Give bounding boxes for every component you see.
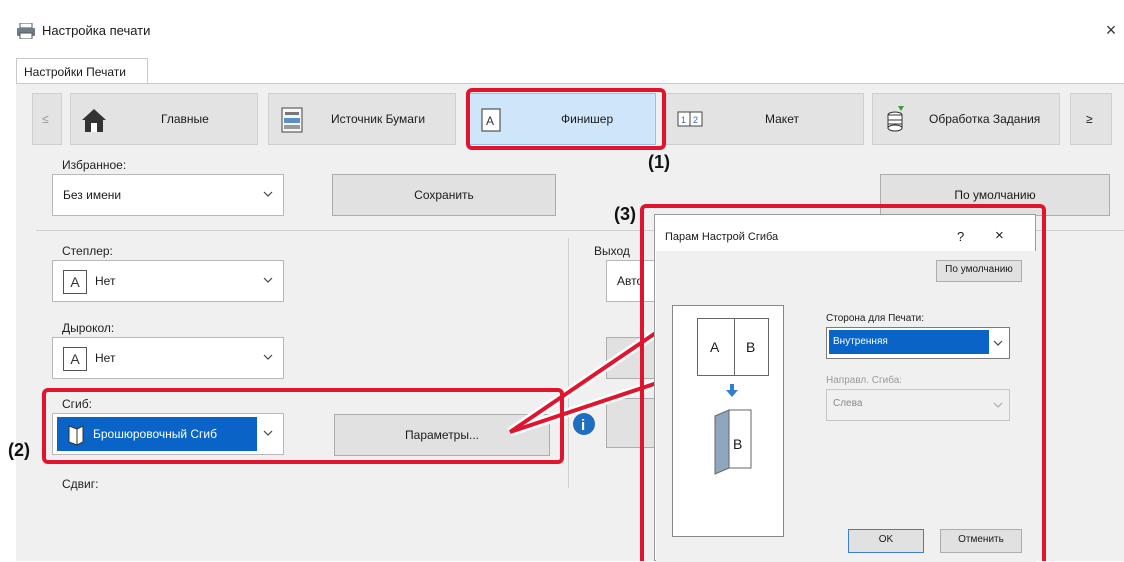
callout-label-1: (1) bbox=[648, 152, 670, 172]
svg-text:i: i bbox=[581, 417, 585, 434]
toolbar-job-handling-label: Обработка Задания bbox=[929, 112, 1041, 126]
stapler-select[interactable]: A Нет bbox=[52, 260, 284, 302]
punch-label: Дырокол: bbox=[62, 321, 115, 335]
chevron-down-icon bbox=[263, 191, 273, 197]
toolbar-layout-label: Макет bbox=[765, 112, 799, 126]
toolbar-paper-source-button[interactable]: Источник Бумаги bbox=[268, 93, 456, 145]
tab-print-settings[interactable]: Настройки Печати bbox=[16, 58, 148, 84]
stapler-none-icon: A bbox=[63, 270, 87, 294]
paper-tray-icon bbox=[281, 107, 303, 133]
punch-select[interactable]: A Нет bbox=[52, 337, 284, 379]
favorites-value: Без имени bbox=[63, 188, 122, 202]
printer-icon bbox=[17, 23, 35, 39]
column-divider bbox=[568, 238, 569, 488]
chevron-down-icon bbox=[263, 277, 273, 283]
svg-text:1: 1 bbox=[681, 115, 686, 125]
callout-box-3 bbox=[640, 204, 1046, 561]
save-button[interactable]: Сохранить bbox=[332, 174, 556, 216]
stapler-value: Нет bbox=[95, 274, 116, 288]
callout-label-3: (3) bbox=[614, 204, 636, 224]
toolbar-main-button[interactable]: Главные bbox=[70, 93, 258, 145]
scroll-right-icon: ≥ bbox=[1086, 112, 1093, 126]
stapler-label: Степлер: bbox=[62, 244, 113, 258]
favorites-select[interactable]: Без имени bbox=[52, 174, 284, 216]
svg-text:2: 2 bbox=[693, 115, 698, 125]
toolbar-paper-source-label: Источник Бумаги bbox=[331, 112, 426, 126]
scroll-left-icon: ≤ bbox=[42, 112, 49, 126]
callout-box-1 bbox=[466, 88, 666, 150]
toolbar-job-handling-button[interactable]: Обработка Задания bbox=[872, 93, 1060, 145]
scroll-right-button[interactable]: ≥ bbox=[1070, 93, 1112, 145]
chevron-down-icon bbox=[263, 354, 273, 360]
favorites-label: Избранное: bbox=[62, 158, 127, 172]
scroll-left-button[interactable]: ≤ bbox=[32, 93, 62, 145]
callout-label-2: (2) bbox=[8, 440, 30, 460]
close-icon[interactable]: × bbox=[1100, 19, 1122, 41]
toolbar-layout-button[interactable]: 1 2 Макет bbox=[666, 93, 864, 145]
punch-value: Нет bbox=[95, 351, 116, 365]
title-bar: Настройка печати × bbox=[0, 14, 1124, 48]
callout-box-2 bbox=[42, 388, 564, 464]
layout-icon: 1 2 bbox=[677, 111, 703, 127]
window-title: Настройка печати bbox=[42, 23, 151, 38]
job-handling-icon bbox=[887, 106, 904, 132]
punch-none-icon: A bbox=[63, 347, 87, 371]
output-label: Выход bbox=[594, 244, 630, 258]
toolbar-main-label: Главные bbox=[161, 112, 209, 126]
shift-label: Сдвиг: bbox=[62, 477, 99, 491]
home-icon bbox=[82, 109, 106, 132]
info-icon: i bbox=[573, 413, 595, 435]
